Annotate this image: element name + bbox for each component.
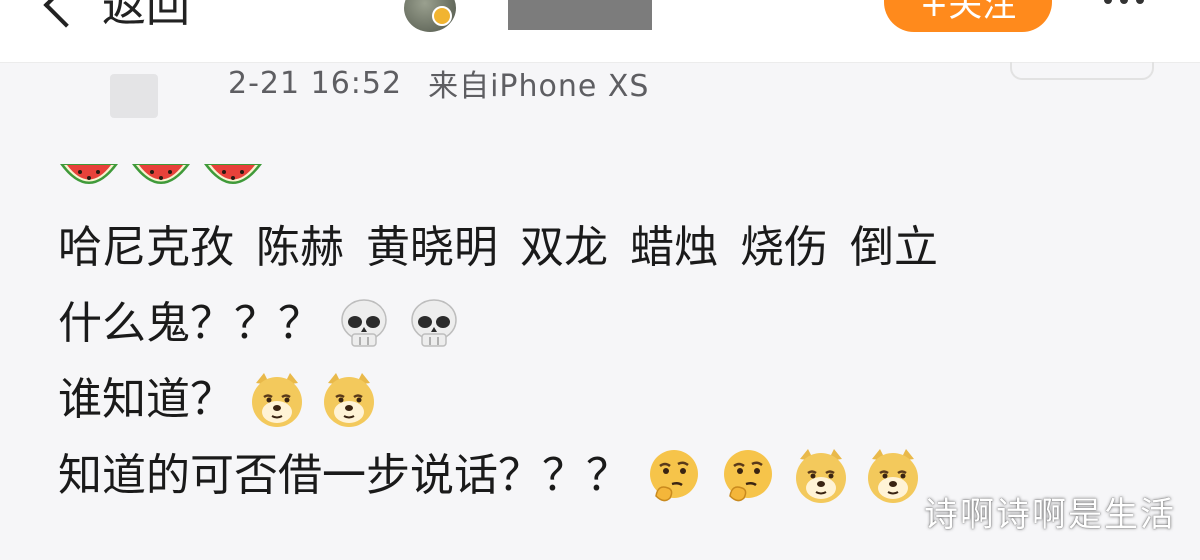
post-text: 知道的可否借一步说话？？？	[58, 450, 630, 501]
doge-icon	[796, 449, 846, 503]
watermark: 诗啊诗啊是生活	[924, 495, 1176, 535]
post-line: 什么鬼？？？	[58, 286, 1168, 362]
post-line-keywords: 哈尼克孜 陈赫 黄晓明 双龙 蜡烛 烧伤 倒立	[58, 210, 1168, 286]
watermelon-icon	[132, 164, 190, 184]
post-line: 谁知道？	[58, 362, 1168, 438]
doge-icon	[868, 449, 918, 503]
post-source: 来自iPhone XS	[428, 69, 650, 104]
post-text: 谁知道？	[58, 374, 234, 425]
watermelon-icon	[204, 164, 262, 184]
keyword: 陈赫	[256, 222, 344, 273]
back-label: 返回	[102, 0, 190, 32]
keyword: 倒立	[850, 222, 938, 273]
post-text: 什么鬼？？？	[58, 298, 322, 349]
keyword: 烧伤	[740, 222, 828, 273]
username-redacted	[508, 0, 652, 30]
post-body: 哈尼克孜 陈赫 黄晓明 双龙 蜡烛 烧伤 倒立 什么鬼？？？ 谁知道？ 知道的可…	[58, 146, 1168, 514]
verified-badge-icon	[432, 6, 452, 26]
card-border	[1010, 62, 1154, 80]
post-time: 2-21 16:52	[228, 65, 403, 101]
keyword: 蜡烛	[630, 222, 718, 273]
doge-icon	[252, 373, 302, 427]
post-meta: 2-21 16:52 来自iPhone XS	[228, 58, 649, 108]
chevron-left-icon	[43, 0, 89, 28]
back-button[interactable]: 返回	[43, 0, 190, 32]
keyword: 黄晓明	[366, 222, 498, 273]
watermelon-icon	[60, 164, 118, 184]
keyword: 双龙	[520, 222, 608, 273]
top-nav-bar: 返回 +关注	[0, 0, 1200, 63]
follow-button[interactable]: +关注	[884, 0, 1052, 32]
skull-icon	[341, 299, 387, 347]
skull-icon	[411, 299, 457, 347]
thinking-face-icon	[650, 450, 698, 502]
keyword: 哈尼克孜	[58, 222, 234, 273]
avatar[interactable]	[404, 0, 456, 32]
more-options-icon[interactable]	[1104, 0, 1164, 10]
emoji-line	[58, 146, 1168, 210]
thinking-face-icon	[724, 450, 772, 502]
post-avatar[interactable]	[110, 74, 158, 118]
doge-icon	[324, 373, 374, 427]
